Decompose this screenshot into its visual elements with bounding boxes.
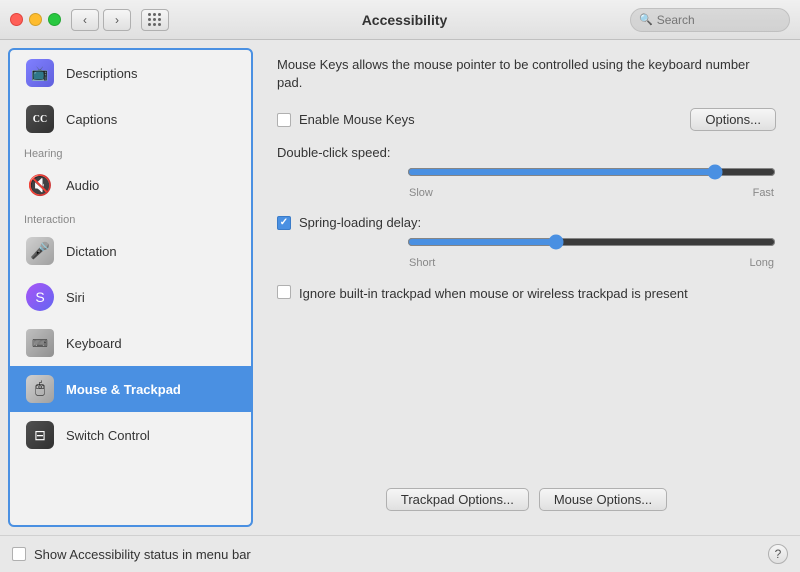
enable-mouse-keys-row: Enable Mouse Keys Options... (277, 108, 776, 131)
sidebar-item-switch-control-label: Switch Control (66, 428, 150, 443)
spring-loading-checkbox[interactable] (277, 216, 291, 230)
ignore-trackpad-checkbox[interactable] (277, 285, 291, 299)
ignore-trackpad-text: Ignore built-in trackpad when mouse or w… (299, 285, 688, 303)
sidebar-item-descriptions[interactable]: 📺 Descriptions (10, 50, 251, 96)
show-status-checkbox[interactable] (12, 547, 26, 561)
minimize-button[interactable] (29, 13, 42, 26)
maximize-button[interactable] (48, 13, 61, 26)
spring-loading-delay-section: Spring-loading delay: Short Long (277, 215, 776, 269)
double-click-speed-slider[interactable] (407, 162, 776, 182)
sidebar-item-audio-label: Audio (66, 178, 99, 193)
enable-mouse-keys-checkbox[interactable] (277, 113, 291, 127)
fast-label: Fast (753, 187, 774, 199)
right-panel: Mouse Keys allows the mouse pointer to b… (253, 40, 800, 535)
window-title: Accessibility (179, 12, 630, 28)
spring-loading-delay-label: Spring-loading delay: (299, 215, 421, 230)
sidebar-item-captions[interactable]: CC Captions (10, 96, 251, 142)
double-click-speed-header: Double-click speed: (277, 145, 776, 160)
close-button[interactable] (10, 13, 23, 26)
switch-control-icon: ⊟ (24, 419, 56, 451)
mouse-trackpad-icon: 🖱 (24, 373, 56, 405)
sidebar-item-captions-label: Captions (66, 112, 117, 127)
footer: Show Accessibility status in menu bar ? (0, 535, 800, 572)
grid-icon (148, 13, 162, 27)
audio-icon: 🔇 (24, 169, 56, 201)
sidebar-item-siri[interactable]: S Siri (10, 274, 251, 320)
spring-loading-labels: Short Long (407, 257, 776, 269)
forward-button[interactable]: › (103, 9, 131, 31)
search-box[interactable]: 🔍 (630, 8, 790, 32)
hearing-section-label: Hearing (10, 142, 251, 162)
search-input[interactable] (657, 13, 781, 27)
bottom-buttons: Trackpad Options... Mouse Options... (277, 488, 776, 511)
search-icon: 🔍 (639, 13, 653, 26)
grid-button[interactable] (141, 9, 169, 31)
descriptions-icon: 📺 (24, 57, 56, 89)
short-label: Short (409, 257, 435, 269)
enable-mouse-keys-text: Enable Mouse Keys (299, 112, 415, 127)
titlebar: ‹ › Accessibility 🔍 (0, 0, 800, 40)
slow-label: Slow (409, 187, 433, 199)
show-status-text: Show Accessibility status in menu bar (34, 547, 251, 562)
dictation-icon: 🎤 (24, 235, 56, 267)
captions-icon: CC (24, 103, 56, 135)
double-click-speed-section: Double-click speed: Slow Fast (277, 145, 776, 199)
sidebar-item-descriptions-label: Descriptions (66, 66, 138, 81)
back-button[interactable]: ‹ (71, 9, 99, 31)
sidebar-item-siri-label: Siri (66, 290, 85, 305)
help-button[interactable]: ? (768, 544, 788, 564)
sidebar-item-mouse-trackpad-label: Mouse & Trackpad (66, 382, 181, 397)
double-click-speed-label: Double-click speed: (277, 145, 390, 160)
show-status-label[interactable]: Show Accessibility status in menu bar (12, 547, 251, 562)
sidebar-item-keyboard[interactable]: ⌨ Keyboard (10, 320, 251, 366)
options-button[interactable]: Options... (690, 108, 776, 131)
sidebar-item-mouse-trackpad[interactable]: 🖱 Mouse & Trackpad (10, 366, 251, 412)
sidebar-item-switch-control[interactable]: ⊟ Switch Control (10, 412, 251, 458)
sidebar-item-audio[interactable]: 🔇 Audio (10, 162, 251, 208)
mouse-options-button[interactable]: Mouse Options... (539, 488, 667, 511)
nav-buttons: ‹ › (71, 9, 131, 31)
long-label: Long (750, 257, 774, 269)
main-content: 📺 Descriptions CC Captions Hearing 🔇 Aud… (0, 40, 800, 535)
siri-icon: S (24, 281, 56, 313)
traffic-lights (10, 13, 61, 26)
ignore-trackpad-row: Ignore built-in trackpad when mouse or w… (277, 285, 776, 303)
interaction-section-label: Interaction (10, 208, 251, 228)
description-text: Mouse Keys allows the mouse pointer to b… (277, 56, 776, 92)
spring-loading-delay-header: Spring-loading delay: (277, 215, 776, 230)
keyboard-icon: ⌨ (24, 327, 56, 359)
double-click-speed-labels: Slow Fast (407, 187, 776, 199)
sidebar-item-keyboard-label: Keyboard (66, 336, 122, 351)
spring-loading-delay-slider[interactable] (407, 232, 776, 252)
trackpad-options-button[interactable]: Trackpad Options... (386, 488, 529, 511)
sidebar-item-dictation[interactable]: 🎤 Dictation (10, 228, 251, 274)
sidebar-item-dictation-label: Dictation (66, 244, 117, 259)
sidebar: 📺 Descriptions CC Captions Hearing 🔇 Aud… (8, 48, 253, 527)
enable-mouse-keys-label[interactable]: Enable Mouse Keys (277, 112, 415, 127)
